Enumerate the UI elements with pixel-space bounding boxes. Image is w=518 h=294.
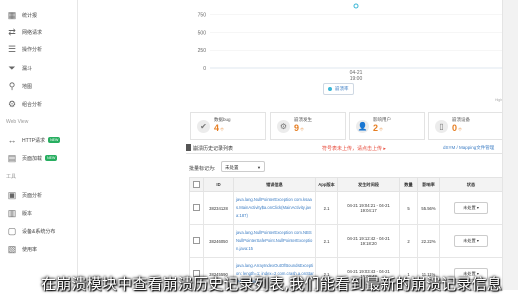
- sidebar-item-usage[interactable]: ▧ 使用率: [0, 239, 77, 259]
- legend-toggle-button[interactable]: 崩溃率: [323, 83, 354, 95]
- sidebar-item-operations[interactable]: ☰ 操作分析: [0, 39, 77, 59]
- sidebar-item-funnel[interactable]: ⏷ 漏斗: [0, 58, 77, 78]
- row-time: 04-21 19:12:42 - 04-21 19:18:20: [337, 224, 400, 258]
- page-analysis-icon: ▣: [7, 190, 17, 200]
- page-load-icon: ▤: [7, 153, 17, 163]
- y-tick-label: 750: [198, 13, 207, 19]
- gear-icon: ⚙: [277, 119, 290, 133]
- row-id: 38246050: [203, 224, 234, 258]
- sidebar-item-version[interactable]: ▥ 版本: [0, 203, 77, 223]
- header-version: App版本: [315, 177, 338, 192]
- row-count: 2: [399, 224, 418, 258]
- version-icon: ▥: [7, 208, 17, 218]
- row-id: 38234128: [203, 191, 234, 225]
- row-checkbox[interactable]: [193, 204, 200, 211]
- header-select[interactable]: [189, 177, 204, 192]
- device-icon: ▯: [435, 119, 448, 133]
- row-rate: 22.22%: [417, 224, 440, 258]
- usage-icon: ▧: [7, 244, 17, 254]
- section-tools: 工具: [6, 174, 17, 180]
- sidebar: ▦ 统计报 ⇄ 网络请求 ☰ 操作分析 ⏷ 漏斗 ⚲ 地图 ⚙ 组合分析 Web View …: [0, 0, 78, 290]
- row-error-link[interactable]: java.lang.NullPointerException com.NBSNu…: [233, 224, 316, 258]
- sidebar-item-page-analysis[interactable]: ▣ 页面分析: [0, 185, 77, 205]
- scrollbar[interactable]: [502, 0, 518, 290]
- row-version: 2.1: [315, 224, 338, 258]
- stat-card-bugs: ✔ 数据bug 4个: [190, 112, 266, 140]
- header-error: 错误信息: [233, 177, 316, 192]
- legend-dot-icon: [328, 87, 332, 91]
- row-status-select[interactable]: 未处置 ▾: [454, 235, 488, 247]
- header-time: 发生时间段: [337, 177, 400, 192]
- dsym-mapping-link[interactable]: dSYM / Mapping文件管理: [443, 145, 494, 151]
- y-tick-label: 500: [198, 30, 207, 36]
- new-badge: NEW: [45, 155, 58, 161]
- batch-status-select[interactable]: 未处置 ▼: [221, 161, 265, 172]
- funnel-icon: ⏷: [8, 63, 16, 73]
- list-icon: ☰: [7, 44, 17, 54]
- divider: [186, 153, 502, 154]
- row-status-select[interactable]: 未处置 ▾: [454, 202, 488, 214]
- data-point[interactable]: [353, 3, 359, 9]
- row-checkbox[interactable]: [193, 237, 200, 244]
- device-icon: ▢: [7, 226, 17, 236]
- y-tick-label: 0: [203, 66, 206, 72]
- panel-title-icon: [186, 144, 191, 151]
- sidebar-item-combo[interactable]: ⚙ 组合分析: [0, 94, 77, 114]
- panel-title: 崩溃历史记录列表: [193, 146, 234, 152]
- row-version: 2.1: [315, 191, 338, 225]
- table-row[interactable]: 38246050 java.lang.NullPointerException …: [189, 224, 503, 258]
- header-count: 数量: [399, 177, 418, 192]
- map-pin-icon: ⚲: [8, 81, 16, 91]
- table-header-row: ID 错误信息 App版本 发生时间段 数量 影响率 状态: [189, 177, 503, 192]
- header-id: ID: [203, 177, 234, 192]
- stat-card-users: 👤 影响用户 2个: [349, 112, 425, 140]
- row-time: 04-21 19:04:21 - 04-21 19:04:17: [337, 191, 400, 225]
- chevron-down-icon: ▼: [257, 165, 261, 170]
- row-rate: 55.56%: [417, 191, 440, 225]
- thumbs-up-icon: ✔: [197, 119, 210, 133]
- http-icon: ↔: [7, 135, 17, 145]
- batch-mark-label: 批量标记为:: [189, 166, 216, 172]
- table-row[interactable]: 38234128 java.lang.NullPointerException …: [189, 191, 503, 225]
- user-icon: 👤: [356, 119, 369, 133]
- checkbox[interactable]: [193, 180, 200, 188]
- sidebar-item-page-load[interactable]: ▤ 页面加载 NEW: [0, 148, 77, 168]
- y-tick-label: 250: [198, 48, 207, 54]
- new-badge: NEW: [48, 137, 61, 143]
- x-tick-label: 19:00: [350, 76, 363, 82]
- sidebar-item-http[interactable]: ↔ HTTP请求 NEW: [0, 130, 77, 150]
- row-count: 5: [399, 191, 418, 225]
- upload-symbol-link[interactable]: 符号表未上传，请点击上传 ▸: [322, 145, 386, 152]
- combo-icon: ⚙: [7, 99, 17, 109]
- sidebar-item-map[interactable]: ⚲ 地图: [0, 76, 77, 96]
- stat-card-crashes: ⚙ 崩溃发生 9个: [270, 112, 346, 140]
- sidebar-item-device[interactable]: ▢ 设备&系统分布: [0, 221, 77, 241]
- header-rate: 影响率: [417, 177, 440, 192]
- section-web-view: Web View: [6, 119, 29, 125]
- stat-card-devices: ▯ 崩溃设备 0个: [428, 112, 503, 140]
- header-status[interactable]: 状态: [439, 177, 503, 192]
- table-icon: ▦: [7, 10, 17, 20]
- transfer-icon: ⇄: [8, 27, 16, 37]
- video-subtitle: 在崩溃模块中查看崩溃历史记录列表,我们能看到最新的崩溃记录信息: [41, 275, 502, 293]
- row-error-link[interactable]: java.lang.NullPointerException com.ksaas…: [233, 191, 316, 225]
- crash-rate-chart: 025050075004-2119:00: [198, 3, 502, 82]
